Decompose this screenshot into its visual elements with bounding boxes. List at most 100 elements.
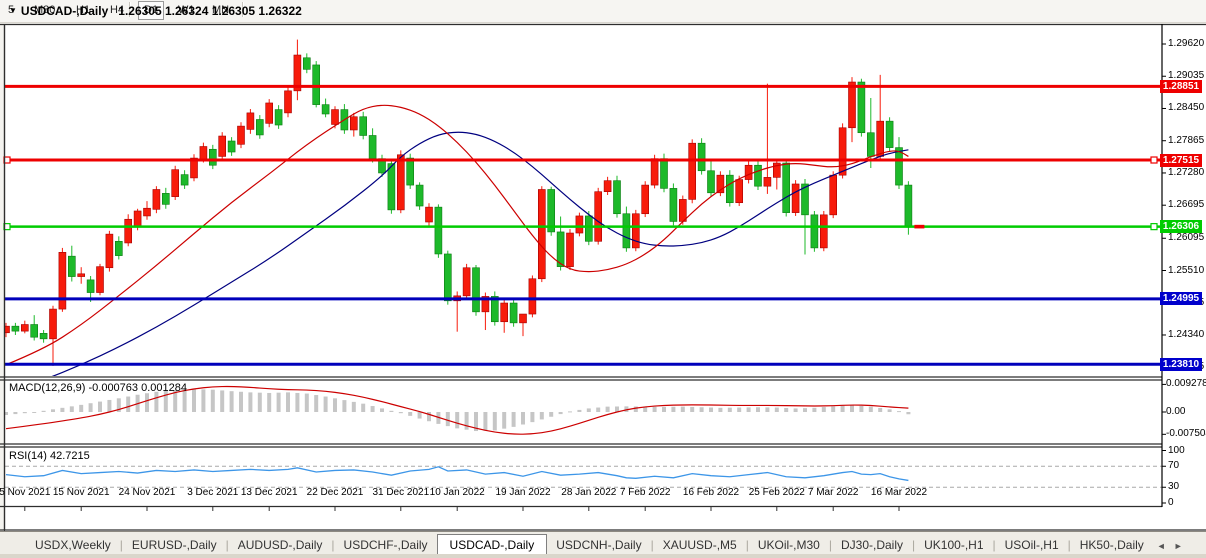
candle-body [792,184,799,213]
macd-histogram-bar [756,407,760,412]
tab-scroll-left-icon[interactable]: ◄ [1153,537,1170,555]
macd-histogram-bar [220,390,224,412]
macd-tick-label: 0.009278 [1166,378,1206,389]
candle-body [576,216,583,233]
chart-tab-usdx-weekly[interactable]: USDX,Weekly [26,535,120,555]
macd-histogram-bar [389,411,393,412]
macd-histogram-bar [747,407,751,412]
date-tick-label: 3 Dec 2021 [181,487,245,498]
macd-histogram-bar [408,412,412,416]
candle-body [501,303,508,322]
macd-histogram-bar [126,397,130,412]
chart-tab-usoil-h1[interactable]: USOil-,H1 [996,535,1068,555]
candle-body [115,241,122,255]
candle-body [623,214,630,248]
date-tick-label: 19 Jan 2022 [491,487,555,498]
macd-histogram-bar [850,405,854,412]
price-tick-label: 1.27865 [1168,135,1204,146]
macd-histogram-bar [324,397,328,412]
chart-tab-xauusd-m5[interactable]: XAUUSD-,M5 [654,535,746,555]
price-level-badge: 1.24995 [1160,292,1202,305]
candle-body [755,165,762,186]
macd-histogram-bar [145,393,149,412]
macd-histogram-bar [653,407,657,412]
candle-body [181,175,188,185]
chart-tab-usdcad-daily[interactable]: USDCAD-,Daily [437,534,548,555]
candle-body [407,158,414,185]
price-tick-label: 1.25510 [1168,265,1204,276]
candle-body [153,189,160,209]
chart-tab-ukoil-m30[interactable]: UKOil-,M30 [749,535,829,555]
candle-body [59,252,66,309]
macd-histogram-bar [869,407,873,412]
candle-body [209,149,216,165]
macd-values: -0.000763 0.001284 [88,382,186,394]
date-tick-label: 24 Nov 2021 [115,487,179,498]
line-handle[interactable] [1151,224,1157,230]
chart-tab-usdchf-daily[interactable]: USDCHF-,Daily [335,535,437,555]
price-level-badge: 1.26306 [1160,220,1202,233]
candle-body [896,148,903,185]
chart-tab-audusd-daily[interactable]: AUDUSD-,Daily [229,535,332,555]
candle-body [360,117,367,136]
candle-body [313,65,320,105]
price-tick-label: 1.26095 [1168,232,1204,243]
macd-histogram-bar [841,406,845,412]
macd-histogram-bar [577,410,581,412]
bottom-edge [0,554,1206,558]
macd-histogram-bar [230,391,234,412]
macd-histogram-bar [201,389,205,412]
candle-body [303,58,310,70]
macd-histogram-bar [700,407,704,412]
rsi-tick-label: 70 [1168,460,1179,471]
candle-body [820,215,827,248]
candle-body [416,185,423,206]
candle-body [21,325,28,332]
chart-tab-usdcnh-daily[interactable]: USDCNH-,Daily [547,535,650,555]
candle-body [50,309,57,339]
date-tick-label: 10 Jan 2022 [425,487,489,498]
candle-body [106,234,113,268]
macd-histogram-bar [258,393,262,412]
chart-tab-uk100-h1[interactable]: UK100-,H1 [915,535,992,555]
macd-histogram-bar [399,412,403,413]
date-tick-label: 15 Nov 2021 [49,487,113,498]
candle-body [877,121,884,156]
price-level-badge: 1.23810 [1160,358,1202,371]
macd-histogram-bar [314,395,318,412]
macd-tick-label: -0.007504 [1166,428,1206,439]
tab-scroll-right-icon[interactable]: ► [1170,537,1187,555]
candle-body [87,280,94,293]
rsi-tick-label: 100 [1168,445,1185,456]
trading-app-window: 5M30H1H4D1W1MN ▼USDCAD-,Daily1.26305 1.2… [0,0,1206,558]
macd-histogram-bar [549,412,553,417]
candle-body [266,103,273,123]
macd-histogram-bar [352,402,356,412]
macd-histogram-bar [89,403,93,412]
candle-body [219,136,226,156]
candle-body [228,141,235,152]
macd-histogram-bar [192,389,196,412]
candle-body [585,216,592,241]
macd-histogram-bar [728,408,732,412]
candle-body [642,185,649,214]
candle-body [867,133,874,157]
rsi-value: 42.7215 [50,450,90,462]
candle-body [651,159,658,185]
candle-body [736,180,743,203]
candle-body [256,120,263,135]
chart-tab-hk50-daily[interactable]: HK50-,Daily [1071,535,1153,555]
macd-histogram-bar [32,412,36,413]
candle-body [12,326,19,331]
line-handle[interactable] [1151,157,1157,163]
chart-tab-eurusd-daily[interactable]: EURUSD-,Daily [123,535,226,555]
price-level-badge: 1.28851 [1160,80,1202,93]
macd-histogram-bar [333,398,337,412]
chart-menu-triangle-icon[interactable]: ▼ [9,6,17,15]
macd-histogram-bar [371,406,375,412]
macd-histogram-bar [13,412,17,414]
macd-histogram-bar [596,408,600,412]
macd-histogram-bar [859,406,863,412]
chart-tab-dj30-daily[interactable]: DJ30-,Daily [832,535,912,555]
macd-histogram-bar [709,408,713,412]
